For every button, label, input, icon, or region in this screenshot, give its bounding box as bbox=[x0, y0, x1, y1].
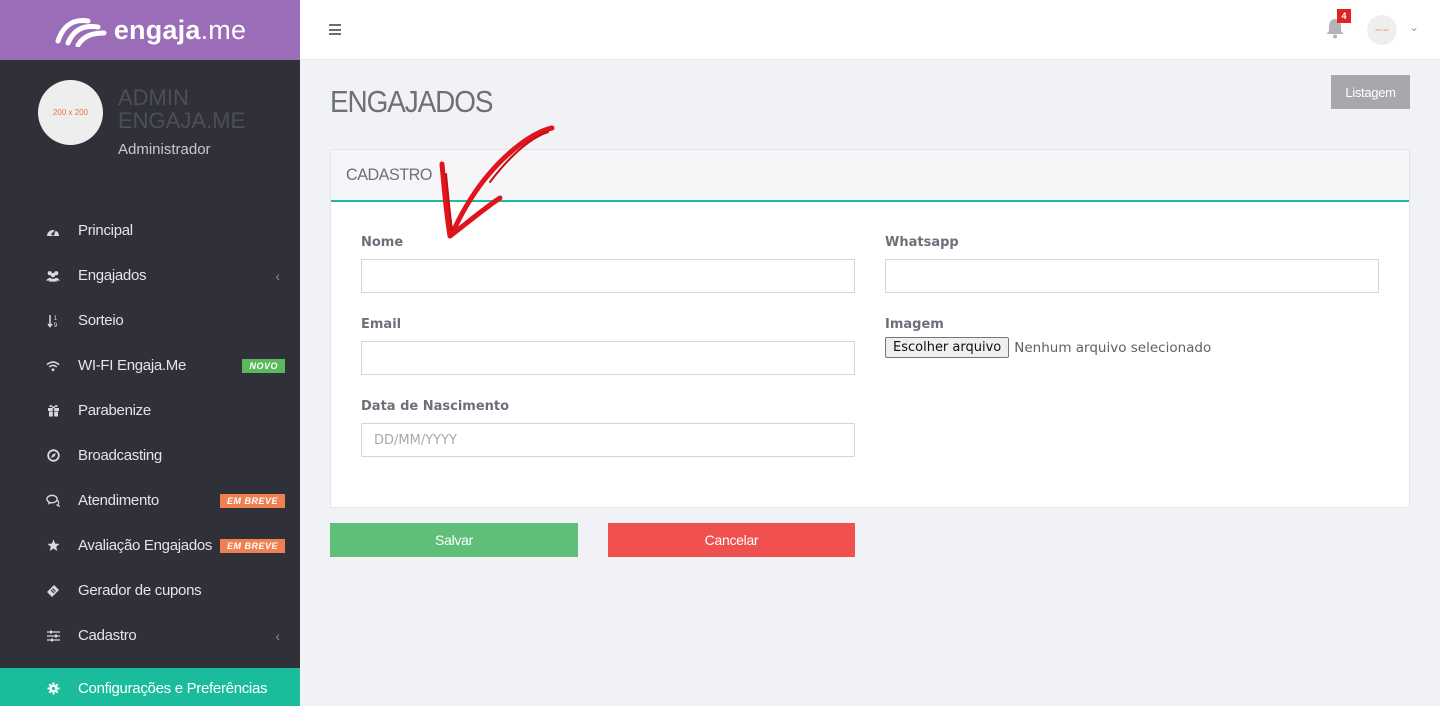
sidebar-item-broadcasting[interactable]: Broadcasting bbox=[0, 433, 300, 478]
dashboard-icon bbox=[46, 224, 60, 238]
whatsapp-input[interactable] bbox=[885, 259, 1379, 293]
sidebar-item-label: Principal bbox=[78, 222, 133, 239]
sidebar-item-label: Avaliação Engajados bbox=[78, 537, 213, 554]
email-label: Email bbox=[361, 317, 402, 332]
nome-label: Nome bbox=[361, 235, 404, 250]
listagem-button[interactable]: Listagem bbox=[1331, 75, 1410, 109]
sidebar-menu: Principal Engajados ‹ 19 Sorteio WI-FI E… bbox=[0, 208, 300, 706]
sidebar-item-engajados[interactable]: Engajados ‹ bbox=[0, 253, 300, 298]
chevron-down-icon[interactable]: ⌄ bbox=[1409, 20, 1419, 34]
whatsapp-label: Whatsapp bbox=[885, 235, 959, 250]
cancel-button[interactable]: Cancelar bbox=[608, 523, 855, 557]
sidebar-item-principal[interactable]: Principal bbox=[0, 208, 300, 253]
star-icon bbox=[46, 539, 60, 553]
page-title: ENGAJADOS bbox=[330, 84, 493, 119]
sidebar-item-label: Broadcasting bbox=[78, 447, 162, 464]
wifi-icon bbox=[46, 359, 60, 373]
sidebar-item-cadastro[interactable]: Cadastro ‹ bbox=[0, 613, 300, 658]
ticket-icon bbox=[46, 584, 60, 598]
brand-name: engaja.me bbox=[113, 14, 247, 45]
users-icon bbox=[46, 269, 60, 283]
sidebar-item-label: Cadastro bbox=[78, 627, 137, 644]
profile-role: Administrador bbox=[118, 141, 211, 158]
nascimento-input[interactable] bbox=[361, 423, 855, 457]
sidebar-item-atendimento[interactable]: Atendimento EM BREVE bbox=[0, 478, 300, 523]
whatsapp-field-group: Whatsapp bbox=[885, 235, 1379, 293]
profile-name: ADMIN ENGAJA.ME bbox=[118, 85, 246, 133]
file-picker: Escolher arquivo Nenhum arquivo selecion… bbox=[885, 337, 1211, 358]
sidebar-item-wifi[interactable]: WI-FI Engaja.Me NOVO bbox=[0, 343, 300, 388]
sidebar-item-sorteio[interactable]: 19 Sorteio bbox=[0, 298, 300, 343]
sidebar-item-label: Gerador de cupons bbox=[78, 582, 202, 599]
chevron-left-icon: ‹ bbox=[275, 267, 280, 284]
sidebar-item-avaliacao[interactable]: Avaliação Engajados EM BREVE bbox=[0, 523, 300, 568]
email-input[interactable] bbox=[361, 341, 855, 375]
nascimento-label: Data de Nascimento bbox=[361, 399, 510, 414]
coming-soon-badge: EM BREVE bbox=[219, 538, 285, 553]
new-badge: NOVO bbox=[242, 358, 285, 373]
menu-toggle-icon[interactable] bbox=[329, 24, 341, 35]
sidebar-item-label: Sorteio bbox=[78, 312, 124, 329]
compass-icon bbox=[46, 449, 60, 463]
file-status-text: Nenhum arquivo selecionado bbox=[1014, 339, 1212, 356]
panel-header: CADASTRO bbox=[331, 150, 1409, 202]
sidebar-item-label: Atendimento bbox=[78, 492, 159, 509]
nascimento-field-group: Data de Nascimento bbox=[361, 399, 855, 457]
user-avatar[interactable]: 200 x 200 bbox=[1367, 15, 1397, 45]
choose-file-button[interactable]: Escolher arquivo bbox=[885, 337, 1010, 358]
notification-count-badge: 4 bbox=[1337, 9, 1351, 23]
nome-field-group: Nome bbox=[361, 235, 855, 293]
avatar: 200 x 200 bbox=[38, 80, 103, 145]
gift-icon bbox=[46, 404, 60, 418]
sidebar-item-label: WI-FI Engaja.Me bbox=[78, 357, 187, 374]
sort-icon: 19 bbox=[46, 314, 60, 328]
nome-input[interactable] bbox=[361, 259, 855, 293]
sidebar-item-parabenize[interactable]: Parabenize bbox=[0, 388, 300, 433]
cadastro-panel: CADASTRO Nome Whatsapp Email Imagem Esco… bbox=[330, 149, 1410, 508]
chevron-left-icon: ‹ bbox=[275, 627, 280, 644]
sliders-icon bbox=[46, 629, 60, 643]
gear-icon bbox=[46, 681, 60, 695]
sidebar-item-label: Parabenize bbox=[78, 402, 151, 419]
sidebar-item-cupons[interactable]: Gerador de cupons bbox=[0, 568, 300, 613]
topbar: 4 200 x 200 ⌄ bbox=[300, 0, 1440, 60]
svg-text:9: 9 bbox=[54, 322, 58, 328]
sidebar-item-label: Configurações e Preferências bbox=[78, 679, 268, 697]
user-profile: 200 x 200 ADMIN ENGAJA.ME Administrador bbox=[38, 80, 258, 158]
panel-title: CADASTRO bbox=[346, 165, 432, 184]
coming-soon-badge: EM BREVE bbox=[219, 493, 285, 508]
sidebar: engaja.me 200 x 200 ADMIN ENGAJA.ME Admi… bbox=[0, 0, 300, 706]
brand-logo[interactable]: engaja.me bbox=[0, 0, 300, 60]
imagem-field-group: Imagem Escolher arquivo Nenhum arquivo s… bbox=[885, 317, 1211, 358]
logo-icon bbox=[55, 18, 107, 47]
save-button[interactable]: Salvar bbox=[330, 523, 578, 557]
sidebar-item-configuracoes[interactable]: Configurações e Preferências bbox=[0, 668, 300, 706]
sidebar-item-label: Engajados bbox=[78, 267, 147, 284]
chat-icon bbox=[46, 494, 60, 508]
imagem-label: Imagem bbox=[885, 317, 944, 332]
svg-text:1: 1 bbox=[54, 315, 58, 322]
email-field-group: Email bbox=[361, 317, 855, 375]
